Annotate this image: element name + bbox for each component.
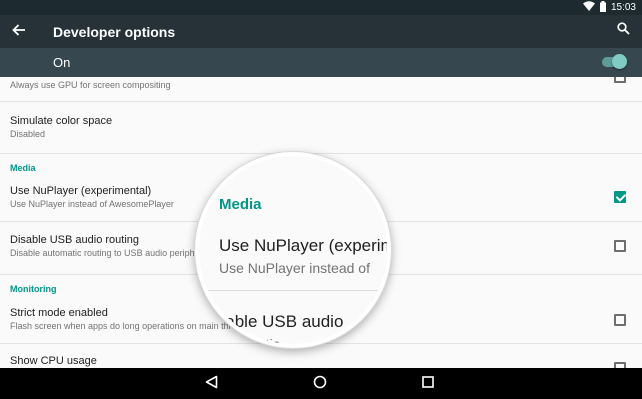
nav-recents-icon <box>422 375 434 393</box>
list-item-title: Use NuPlayer (experimental) <box>10 185 152 197</box>
wifi-icon <box>582 1 595 14</box>
magnified-next-title: isable USB audio <box>213 312 344 331</box>
nav-home-button[interactable] <box>310 374 330 394</box>
status-time: 15:03 <box>610 2 636 13</box>
battery-icon <box>599 0 606 15</box>
back-button[interactable] <box>6 19 32 45</box>
list-item-title: Strict mode enabled <box>10 307 108 319</box>
magnifier-lens: Media Use NuPlayer (experim Use NuPlayer… <box>195 152 391 348</box>
search-icon <box>616 22 630 40</box>
search-button[interactable] <box>612 20 634 42</box>
category-header-media: Media <box>10 163 36 173</box>
toggle-thumb <box>612 54 627 69</box>
list-item-summary: Use NuPlayer instead of AwesomePlayer <box>10 199 174 209</box>
list-item-title: Disable USB audio routing <box>10 234 140 246</box>
navigation-bar <box>0 368 642 399</box>
magnified-category-header: Media <box>219 196 262 213</box>
nav-back-icon <box>205 375 218 394</box>
status-icons: 15:03 <box>582 0 636 15</box>
status-bar: 15:03 <box>0 0 642 15</box>
nav-home-icon <box>313 375 327 394</box>
usb-audio-checkbox[interactable] <box>614 240 626 252</box>
force-gpu-checkbox[interactable] <box>614 77 626 83</box>
master-switch-label: On <box>53 55 71 70</box>
strict-mode-checkbox[interactable] <box>614 314 626 326</box>
list-item-title: Show CPU usage <box>10 355 97 367</box>
list-item-summary: Always use GPU for screen compositing <box>10 80 171 90</box>
list-item-title: Simulate color space <box>10 115 113 127</box>
list-item-summary: Disable automatic routing to USB audio p… <box>10 248 215 258</box>
nuplayer-checkbox[interactable] <box>614 191 626 203</box>
magnified-title: Use NuPlayer (experim <box>219 236 391 255</box>
list-item-force-gpu[interactable]: Always use GPU for screen compositing <box>0 77 642 102</box>
magnified-summary: Use NuPlayer instead of <box>219 260 370 276</box>
nav-back-button[interactable] <box>201 374 221 394</box>
app-bar: Developer options <box>0 15 642 48</box>
list-item-summary: Flash screen when apps do long operation… <box>10 321 247 331</box>
master-switch-bar[interactable]: On <box>0 48 642 77</box>
list-item-summary: Disabled <box>10 129 46 139</box>
category-header-monitoring: Monitoring <box>10 284 57 294</box>
nav-recents-button[interactable] <box>418 374 438 394</box>
page-title: Developer options <box>53 24 176 40</box>
list-item-show-cpu-usage[interactable]: Show CPU usage <box>0 344 642 368</box>
list-item-simulate-color-space[interactable]: Simulate color space Disabled <box>0 102 642 154</box>
master-switch-toggle[interactable] <box>602 54 627 69</box>
back-arrow-icon <box>12 23 26 41</box>
magnified-divider <box>199 290 387 291</box>
